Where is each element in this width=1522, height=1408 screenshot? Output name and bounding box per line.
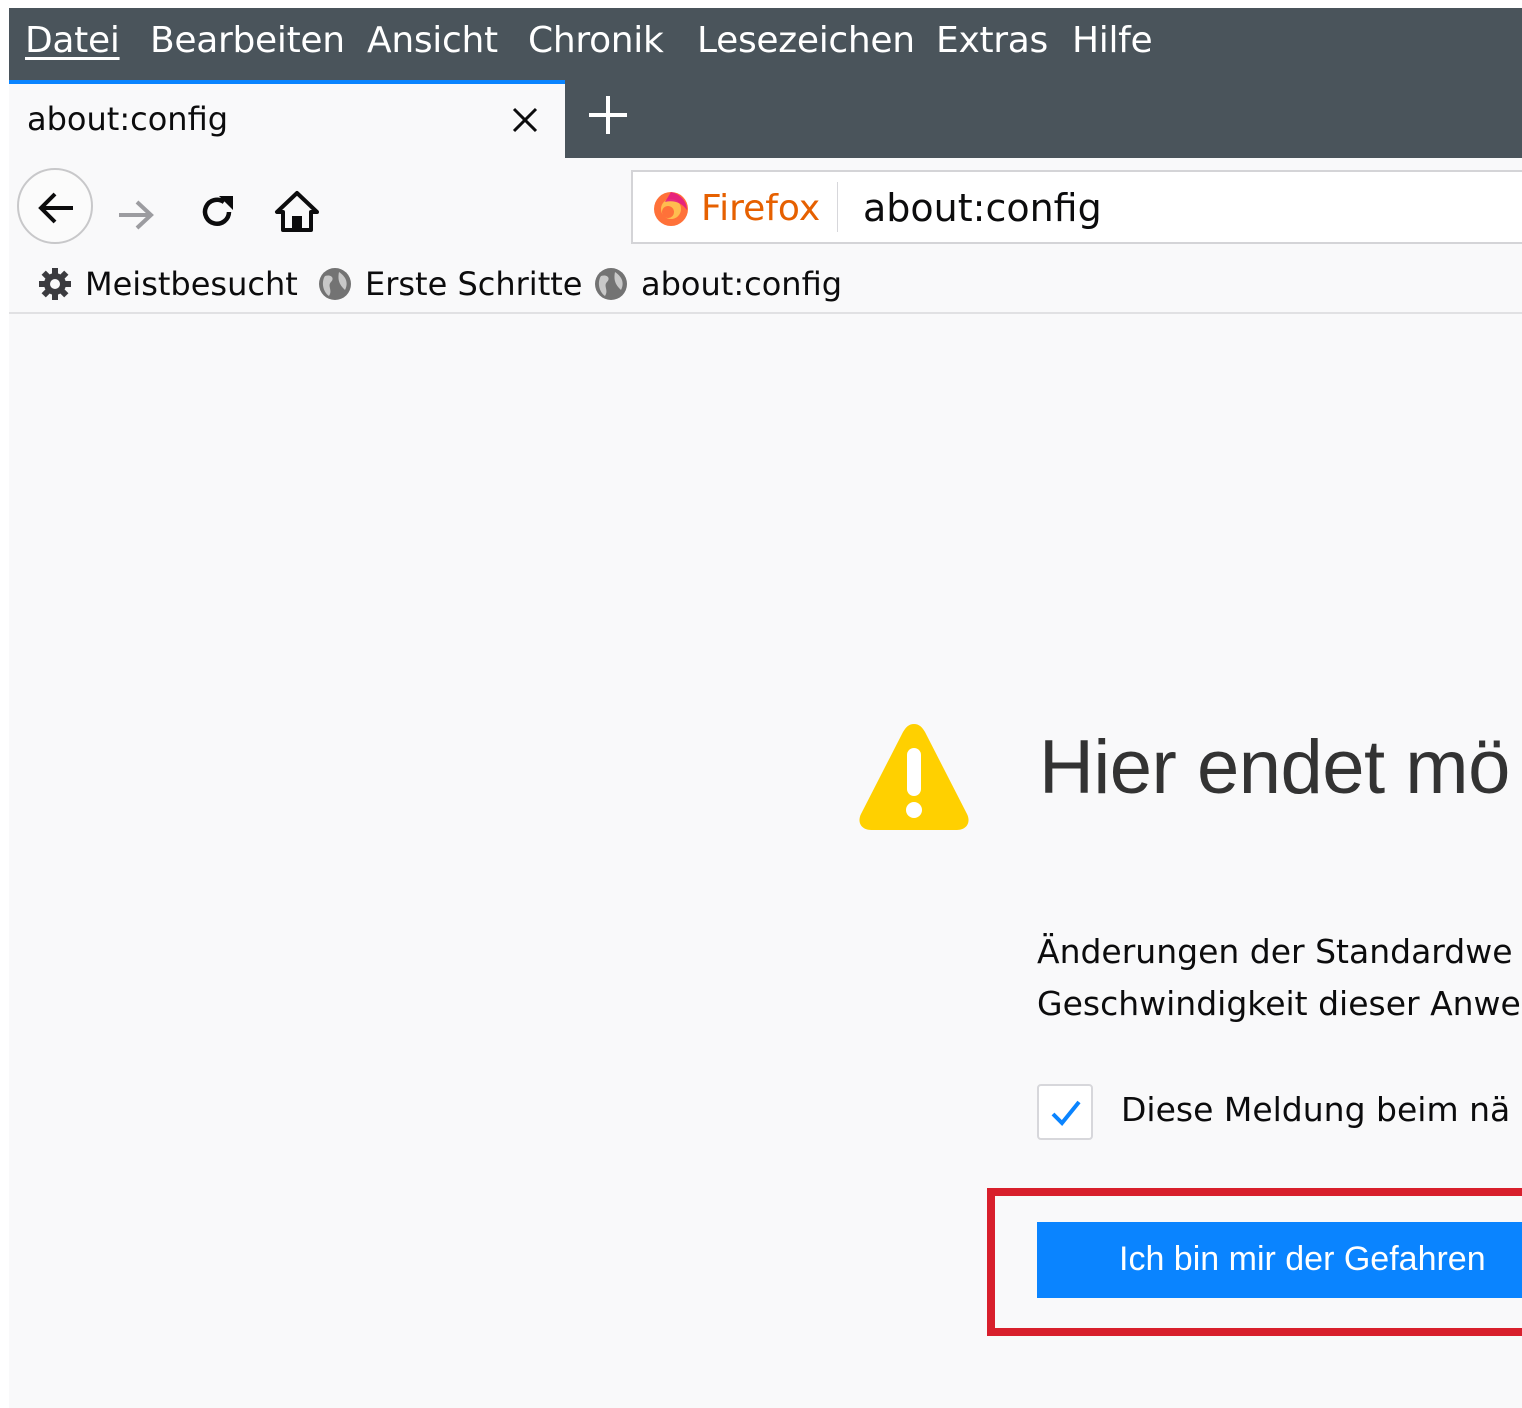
warning-icon (859, 724, 969, 830)
arrow-left-icon (38, 192, 73, 224)
bookmark-meistbesucht[interactable]: Meistbesucht (37, 264, 298, 304)
menu-item-datei[interactable]: Datei (25, 20, 120, 61)
menu-item-lesezeichen[interactable]: Lesezeichen (697, 20, 915, 61)
gear-icon (39, 268, 71, 300)
firefox-logo-icon (654, 192, 688, 226)
checkbox-label[interactable]: Diese Meldung beim nä (1121, 1090, 1510, 1129)
menu-item-hilfe[interactable]: Hilfe (1072, 20, 1153, 61)
nav-toolbar: Firefox about:config (9, 158, 1522, 254)
tab-strip: about:config (9, 80, 1522, 158)
bookmark-erste-schritte[interactable]: Erste Schritte (317, 264, 582, 304)
bookmark-about-config[interactable]: about:config (593, 264, 842, 304)
accept-risk-button[interactable]: Ich bin mir der Gefahren (1037, 1222, 1522, 1298)
accept-risk-label: Ich bin mir der Gefahren (1119, 1240, 1486, 1278)
identity-label: Firefox (701, 187, 821, 229)
url-bar[interactable]: Firefox about:config (631, 170, 1522, 244)
url-separator (837, 182, 838, 232)
bookmark-label: Meistbesucht (85, 265, 298, 303)
reload-icon[interactable] (195, 190, 239, 234)
tab-about-config[interactable]: about:config (9, 80, 565, 158)
url-text[interactable]: about:config (863, 186, 1102, 230)
warning-text: Änderungen der Standardwe Geschwindigkei… (1037, 926, 1521, 1030)
show-warning-checkbox[interactable] (1037, 1084, 1093, 1140)
globe-icon (595, 268, 627, 300)
home-icon[interactable] (273, 188, 321, 236)
bookmark-label: Erste Schritte (365, 265, 583, 303)
menu-item-ansicht[interactable]: Ansicht (367, 20, 498, 61)
menu-bar: Datei Bearbeiten Ansicht Chronik Lesezei… (9, 8, 1522, 80)
new-tab-plus-icon[interactable] (583, 90, 633, 140)
menu-item-chronik[interactable]: Chronik (528, 20, 664, 61)
tab-title: about:config (27, 100, 229, 138)
close-icon[interactable] (505, 100, 545, 140)
checkmark-icon (1051, 1100, 1081, 1126)
bookmarks-toolbar: Meistbesucht Erste Schritte about:config (9, 254, 1522, 314)
warning-text-line: Änderungen der Standardwe (1037, 932, 1513, 971)
identity-box[interactable]: Firefox (651, 186, 820, 230)
bookmark-label: about:config (641, 265, 843, 303)
browser-window: Datei Bearbeiten Ansicht Chronik Lesezei… (9, 8, 1522, 1408)
menu-item-bearbeiten[interactable]: Bearbeiten (150, 20, 345, 61)
globe-icon (319, 268, 351, 300)
warning-text-line: Geschwindigkeit dieser Anwe (1037, 984, 1521, 1023)
menu-item-extras[interactable]: Extras (936, 20, 1048, 61)
back-button[interactable] (17, 168, 93, 244)
page-content: Hier endet mö Änderungen der Standardwe … (9, 314, 1522, 1408)
warning-title: Hier endet mö (1039, 725, 1510, 810)
forward-button[interactable] (115, 194, 157, 236)
